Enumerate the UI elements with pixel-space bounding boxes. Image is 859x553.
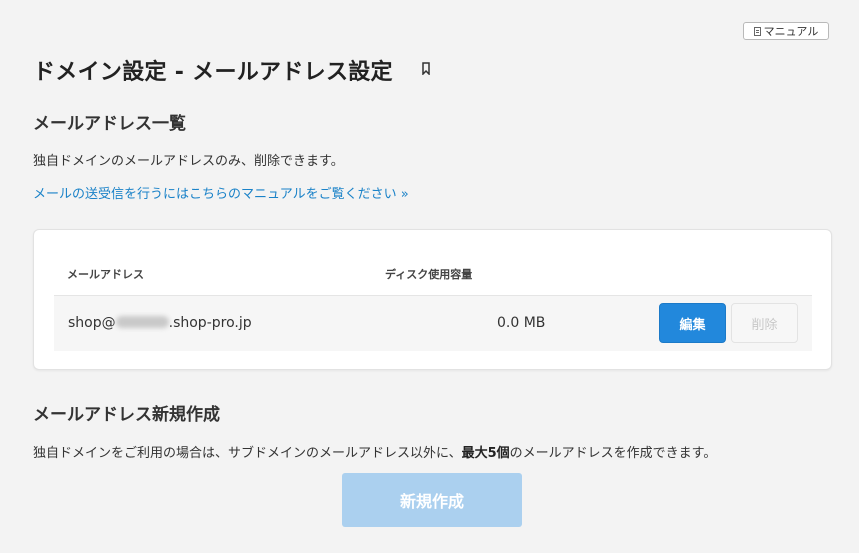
create-address-description: 独自ドメインをご利用の場合は、サブドメインのメールアドレス以外に、最大5個のメー… xyxy=(33,442,716,461)
page-title: ドメイン設定 - メールアドレス設定 xyxy=(33,60,393,85)
create-new-button[interactable]: 新規作成 xyxy=(342,473,522,527)
address-table-card: メールアドレス ディスク使用容量 shop@ .shop-pro.jp 0.0 M… xyxy=(33,229,832,370)
mail-manual-link[interactable]: メールの送受信を行うにはこちらのマニュアルをご覧ください » xyxy=(33,183,409,202)
create-desc-after: のメールアドレスを作成できます。 xyxy=(509,446,717,461)
manual-button-label: マニュアル xyxy=(763,25,819,38)
table-row: shop@ .shop-pro.jp 0.0 MB 編集 削除 xyxy=(54,295,812,351)
column-header-email: メールアドレス xyxy=(67,268,144,281)
disk-usage-cell: 0.0 MB xyxy=(497,315,546,331)
manual-button[interactable]: マニュアル xyxy=(743,22,829,40)
create-desc-before: 独自ドメインをご利用の場合は、サブドメインのメールアドレス以外に、 xyxy=(33,446,462,461)
bookmark-icon[interactable] xyxy=(422,62,430,75)
email-suffix: .shop-pro.jp xyxy=(168,315,252,331)
edit-button[interactable]: 編集 xyxy=(659,303,726,343)
address-list-description: 独自ドメインのメールアドレスのみ、削除できます。 xyxy=(33,154,344,169)
delete-button[interactable]: 削除 xyxy=(731,303,798,343)
column-header-disk-usage: ディスク使用容量 xyxy=(385,268,473,281)
email-prefix: shop@ xyxy=(68,315,116,331)
redacted-domain xyxy=(115,316,169,328)
address-list-title: メールアドレス一覧 xyxy=(33,114,186,134)
create-address-title: メールアドレス新規作成 xyxy=(33,405,220,425)
document-icon xyxy=(753,26,761,36)
email-cell: shop@ .shop-pro.jp xyxy=(68,315,252,331)
max-count-text: 最大5個 xyxy=(461,446,510,461)
